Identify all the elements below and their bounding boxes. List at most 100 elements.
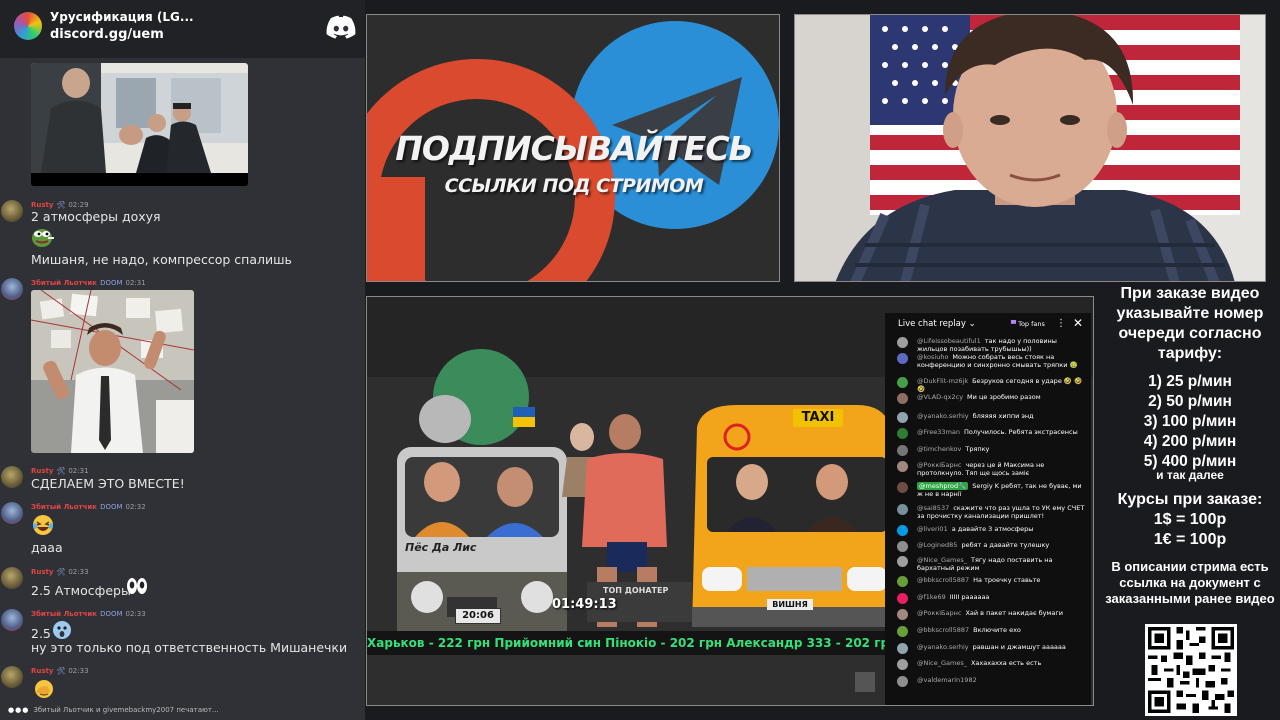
chat-avatar[interactable] [897, 353, 908, 364]
taxi-sign: TAXI [793, 409, 843, 427]
chat-avatar[interactable] [897, 377, 908, 388]
chat-author[interactable]: @DukFlit-mz6jk [917, 377, 968, 385]
chat-author[interactable]: @yanako.serhiy [917, 412, 969, 420]
user-badge: 🛠 [56, 201, 66, 209]
message-author[interactable]: Збитый Льотчик [31, 503, 97, 511]
chat-author[interactable]: @valdemarin1982 [917, 676, 977, 684]
chat-author[interactable]: @meshprod🔧 [917, 482, 969, 490]
chat-avatar[interactable] [897, 643, 908, 654]
chat-avatar[interactable] [897, 576, 908, 587]
chat-text: ребят а давайте тулешку [961, 541, 1050, 549]
chat-author[interactable]: @kosiuho [917, 353, 948, 361]
message-author[interactable]: Rusty [31, 568, 53, 576]
message-text: дааа [31, 540, 63, 555]
chat-avatar[interactable] [897, 461, 908, 472]
chat-avatar[interactable] [897, 609, 908, 620]
video-player[interactable]: TAXI Пёс Да Лис ТОП ДОНАТЕР 01:49:13 20:… [366, 296, 1094, 706]
chat-author[interactable]: @yanako.serhiy [917, 643, 969, 651]
message-time: 02:31 [68, 467, 89, 475]
avatar[interactable] [1, 466, 23, 488]
chat-author[interactable]: @Logined85 [917, 541, 957, 549]
chat-header: Live chat replay ⌄ ▀ Top fans ⋮ ✕ [885, 313, 1091, 335]
chat-message-body: @liveri01 а давайте 3 атмосферы [917, 525, 1089, 533]
chat-avatar[interactable] [897, 337, 908, 348]
chat-avatar[interactable] [897, 445, 908, 456]
message-author[interactable]: Збитый Льотчик [31, 279, 97, 287]
chat-message-body: @yanako.serhiy бляяяя хиппи энд [917, 412, 1089, 420]
chat-author[interactable]: @sai8537 [917, 504, 949, 512]
message-author[interactable]: Rusty [31, 467, 53, 475]
chat-message-body: @bbkscroll5887 На троечку ставьте [917, 576, 1089, 584]
chat-avatar[interactable] [897, 593, 908, 604]
tariff-item: 4) 200 р/мин [1143, 433, 1237, 450]
user-badge: DOOM [100, 503, 123, 511]
top-fans-badge[interactable]: ▀ Top fans [1011, 320, 1045, 328]
image-attachment[interactable] [31, 63, 248, 186]
chat-author[interactable]: @bbkscroll5887 [917, 576, 969, 584]
chat-message-body: @РоккіБарнс через це й Максима не протолк… [917, 461, 1089, 477]
chat-author[interactable]: @timchenkov [917, 445, 961, 453]
avatar[interactable] [1, 502, 23, 524]
chat-avatar[interactable] [897, 541, 908, 552]
chat-author[interactable]: @Free33man [917, 428, 960, 436]
chat-message-body: @valdemarin1982 [917, 676, 1089, 684]
message-time: 02:33 [68, 568, 89, 576]
chat-text: Тряпку [965, 445, 990, 453]
message-author[interactable]: Rusty [31, 667, 53, 675]
donation-ticker: Харьков - 222 грн Прийомний син Пінокіо … [367, 631, 887, 655]
chat-text: IIIII раааааа [949, 593, 990, 601]
message-time: 02:33 [68, 667, 89, 675]
chat-avatar[interactable] [897, 626, 908, 637]
chat-author[interactable]: @Lifeissobeautiful1 [917, 337, 981, 345]
exchange-rates: Курсы при заказе: 1$ = 100р 1€ = 100р [1100, 490, 1280, 550]
laughing-emoji-icon [33, 515, 53, 535]
chat-author[interactable]: @VLAD-qx2cy [917, 393, 963, 401]
chat-avatar[interactable] [897, 676, 908, 687]
chat-avatar[interactable] [897, 659, 908, 670]
typing-indicator: ●●● Збитый Льотчик и givemebackmy2007 печ… [8, 706, 219, 714]
chat-avatar[interactable] [897, 412, 908, 423]
avatar[interactable] [1, 200, 23, 222]
tariff-item: 3) 100 р/мин [1143, 413, 1237, 430]
user-badge: DOOM [100, 610, 123, 618]
close-icon[interactable]: ✕ [1073, 316, 1083, 330]
server-invite-link[interactable]: discord.gg/uem [50, 27, 164, 42]
typing-dots-icon: ●●● [8, 706, 30, 714]
chat-avatar[interactable] [897, 525, 908, 536]
chat-author[interactable]: @liveri01 [917, 525, 948, 533]
discord-overlay: Урусификация (LG... discord.gg/uem Rusty… [0, 0, 365, 720]
chat-avatar[interactable] [897, 428, 908, 439]
message-author[interactable]: Rusty [31, 201, 53, 209]
server-icon[interactable] [14, 12, 42, 40]
chat-author[interactable]: @f1ke69 [917, 593, 946, 601]
avatar[interactable] [1, 666, 23, 688]
chat-author[interactable]: @РоккіБарнс [917, 609, 961, 617]
crown-icon: ▀ [1011, 320, 1016, 328]
chat-mode-dropdown[interactable]: Live chat replay ⌄ [898, 319, 976, 329]
chat-avatar[interactable] [897, 482, 908, 493]
chat-author[interactable]: @bbkscroll5887 [917, 626, 969, 634]
user-badge: 🛠 [56, 568, 66, 576]
chat-author[interactable]: @Nice_Games_ [917, 659, 967, 667]
stream-timer: 01:49:13 [552, 597, 617, 612]
chat-avatar[interactable] [897, 393, 908, 404]
server-name: Урусификация (LG... [50, 10, 194, 24]
avatar[interactable] [1, 567, 23, 589]
qr-code-icon[interactable] [1145, 624, 1237, 716]
chat-message-body: @Nice_Games_ Тягу надо поставить на барха… [917, 556, 1089, 572]
user-badge: 🛠 [56, 467, 66, 475]
chat-author[interactable]: @Nice_Games_ [917, 556, 967, 564]
chat-message-body: @kosiuho Можно собрать весь стояк на конф… [917, 353, 1089, 369]
avatar[interactable] [1, 609, 23, 631]
chat-avatar[interactable] [897, 556, 908, 567]
meme-image-attachment[interactable] [31, 290, 194, 453]
chat-author[interactable]: @РоккіБарнс [917, 461, 961, 469]
avatar[interactable] [1, 278, 23, 300]
user-badge: 🛠 [56, 667, 66, 675]
chat-text: Получилось. Ребята экстрасенсы [964, 428, 1078, 436]
more-options-icon[interactable]: ⋮ [1056, 318, 1066, 329]
message-author[interactable]: Збитый Льотчик [31, 610, 97, 618]
rate-item: 1€ = 100р [1153, 531, 1227, 548]
chat-avatar[interactable] [897, 504, 908, 515]
rate-item: 1$ = 100р [1153, 511, 1227, 528]
